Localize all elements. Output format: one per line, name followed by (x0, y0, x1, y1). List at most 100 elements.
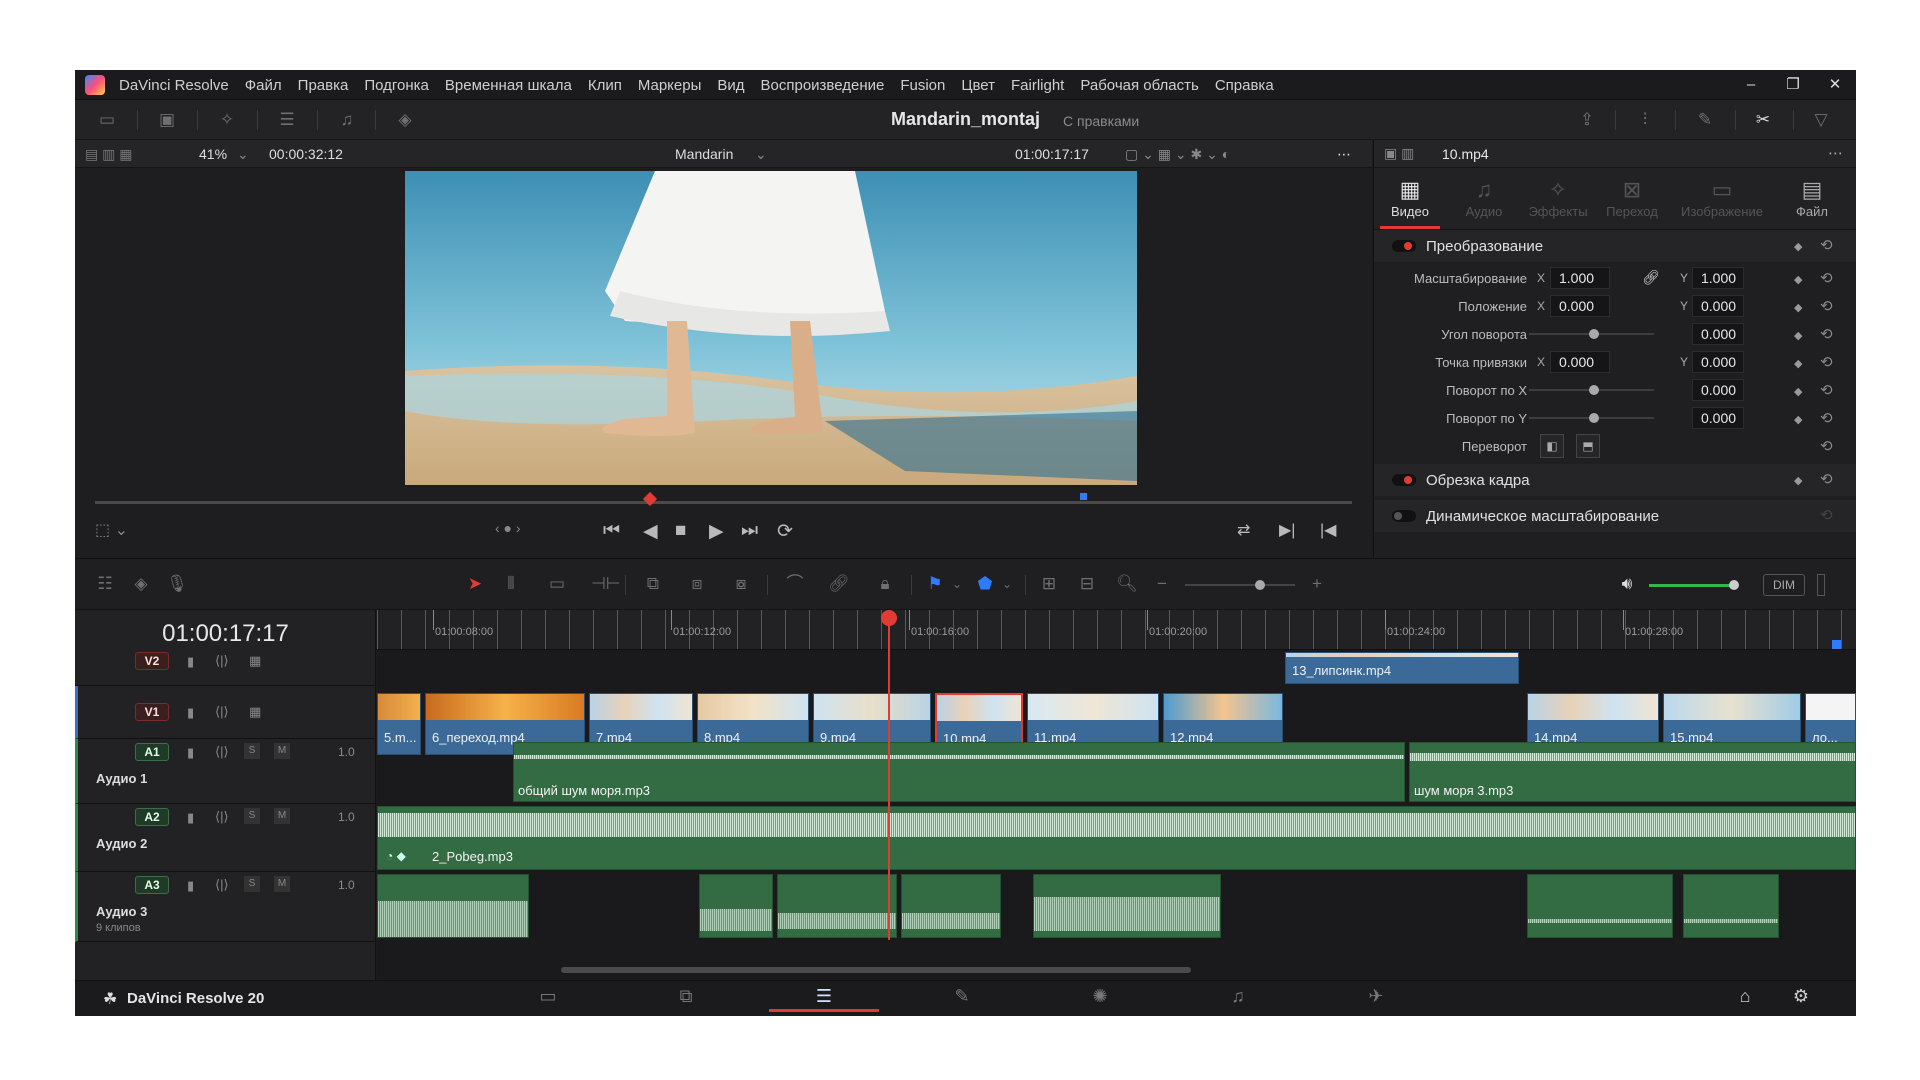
zoom-x-field[interactable]: 1.000 (1550, 267, 1610, 289)
audio-clip[interactable] (377, 874, 529, 938)
page-cut-icon[interactable]: ⧉ (631, 986, 741, 1012)
audio-clip[interactable] (1033, 874, 1221, 938)
dim-button[interactable]: DIM (1763, 574, 1805, 596)
keyframe-icon[interactable]: ◆ (1794, 357, 1802, 370)
lock-icon[interactable]: ▮ (187, 654, 194, 670)
menu-edit[interactable]: Правка (298, 77, 349, 94)
keyframe-icon[interactable]: ◆ (1794, 273, 1802, 286)
share-icon[interactable]: ⇪ (1575, 108, 1599, 132)
edit-index-icon[interactable]: ☰ (275, 108, 299, 132)
prev-edit-button[interactable]: |◀ (1320, 520, 1336, 540)
auto-select-icon[interactable]: ⟨|⟩ (215, 744, 229, 760)
inspector-more-icon[interactable]: ⋯ (1828, 144, 1843, 162)
reset-icon[interactable]: ⟲ (1820, 353, 1833, 371)
mixer-icon[interactable]: ⫶ (1633, 108, 1657, 132)
selection-tool-icon[interactable]: ➤ (463, 572, 487, 596)
track-name[interactable]: Аудио 1 (96, 771, 147, 786)
auto-select-icon[interactable]: ⟨|⟩ (215, 809, 229, 825)
rotation-field[interactable]: 0.000 (1692, 323, 1744, 345)
zoom-y-field[interactable]: 1.000 (1692, 267, 1744, 289)
transform-toggle[interactable] (1392, 240, 1416, 252)
tab-file[interactable]: ▤ Файл (1776, 176, 1848, 219)
keyframe-editor-icon[interactable]: ◈ (129, 572, 153, 596)
position-y-field[interactable]: 0.000 (1692, 295, 1744, 317)
reset-icon[interactable]: ⟲ (1820, 470, 1833, 488)
inspector-view-icon[interactable]: ▣ ▥ (1384, 145, 1414, 162)
play-button[interactable]: ▶ (709, 520, 724, 543)
replace-clip-icon[interactable]: ⧇ (729, 572, 753, 596)
tab-transition[interactable]: ⊠ Переход (1596, 176, 1668, 219)
jog-control[interactable]: ‹ ● › (495, 520, 521, 536)
page-media-icon[interactable]: ▭ (493, 986, 603, 1012)
timeline-scrollbar[interactable] (561, 967, 1191, 973)
section-crop[interactable]: Обрезка кадра ◆ ⟲ (1374, 464, 1856, 496)
metadata-icon[interactable]: ✎ (1693, 108, 1717, 132)
anchor-y-field[interactable]: 0.000 (1692, 351, 1744, 373)
menu-file[interactable]: Файл (245, 77, 282, 94)
dynamic-trim-icon[interactable]: ▭ (545, 572, 569, 596)
effects-wand-icon[interactable]: ✧ (215, 108, 239, 132)
speaker-icon[interactable]: 🔊︎ (1615, 572, 1639, 596)
viewer-mode-icon[interactable]: ⬚ ⌄ (95, 520, 128, 540)
trim-tool-icon[interactable]: ⫴ (499, 572, 523, 596)
lock-icon[interactable]: ▮ (187, 745, 194, 761)
menu-timeline[interactable]: Временная шкала (445, 77, 572, 94)
media-pool-icon[interactable]: ▭ (95, 108, 119, 132)
menu-trim[interactable]: Подгонка (364, 77, 429, 94)
menu-view[interactable]: Вид (717, 77, 744, 94)
stop-button[interactable]: ■ (675, 520, 686, 542)
timeline-playhead[interactable] (881, 610, 897, 940)
zoom-detail-icon[interactable]: ⊟ (1075, 572, 1099, 596)
track-badge-v1[interactable]: V1 (135, 703, 169, 721)
solo-button[interactable]: S (244, 808, 260, 824)
audio-clip[interactable] (1527, 874, 1673, 938)
track-badge-a3[interactable]: A3 (135, 876, 169, 894)
go-to-end-button[interactable]: ⏭ (741, 520, 758, 542)
position-lock-icon[interactable]: 🔒︎ (873, 572, 897, 596)
audio-clip[interactable]: шум моря 3.mp3 (1409, 742, 1856, 802)
overwrite-clip-icon[interactable]: ⧈ (685, 572, 709, 596)
timeline-selector[interactable]: Mandarin (675, 146, 733, 162)
tab-image[interactable]: ▭ Изображение (1674, 176, 1770, 219)
keyframe-icon[interactable]: ◆ (1794, 240, 1802, 253)
marker-icon[interactable]: ⬟ (973, 572, 997, 596)
auto-select-icon[interactable]: ⟨|⟩ (215, 704, 229, 720)
section-dynamic-zoom[interactable]: Динамическое масштабирование ⟲ (1374, 500, 1856, 532)
auto-select-icon[interactable]: ⟨|⟩ (215, 653, 229, 669)
audio-clip[interactable] (1683, 874, 1779, 938)
pitch-slider[interactable] (1529, 385, 1654, 395)
link-icon[interactable]: 🔗︎ (1642, 269, 1660, 286)
blade-tool-icon[interactable]: ⊣⊢ (591, 572, 621, 596)
pitch-field[interactable]: 0.000 (1692, 379, 1744, 401)
timeline-view-options-icon[interactable]: ☷ (93, 572, 117, 596)
match-frame-button[interactable]: ⇄ (1237, 520, 1250, 540)
keyframe-icon[interactable]: ◆ (1794, 301, 1802, 314)
mute-button[interactable]: M (274, 743, 290, 759)
audio-clip[interactable] (901, 874, 1001, 938)
solo-button[interactable]: S (244, 743, 260, 759)
reset-icon[interactable]: ⟲ (1820, 325, 1833, 343)
lock-icon[interactable]: ▮ (187, 705, 194, 721)
minimize-button[interactable]: – (1730, 70, 1772, 100)
track-badge-a1[interactable]: A1 (135, 743, 169, 761)
auto-select-icon[interactable]: ⟨|⟩ (215, 877, 229, 893)
position-x-field[interactable]: 0.000 (1550, 295, 1610, 317)
anchor-x-field[interactable]: 0.000 (1550, 351, 1610, 373)
menu-fairlight[interactable]: Fairlight (1011, 77, 1064, 94)
flag-dropdown-icon[interactable]: ⌄ (945, 572, 969, 596)
flag-icon[interactable]: ⚑ (923, 572, 947, 596)
menu-playback[interactable]: Воспроизведение (761, 77, 885, 94)
insert-clip-icon[interactable]: ⧉ (641, 572, 665, 596)
marker-dropdown-icon[interactable]: ⌄ (995, 572, 1019, 596)
tab-effects[interactable]: ✧ Эффекты (1522, 176, 1594, 219)
menu-clip[interactable]: Клип (588, 77, 622, 94)
timeline-dropdown-icon[interactable]: ⌄ (755, 146, 767, 163)
menu-color[interactable]: Цвет (961, 77, 995, 94)
go-to-start-button[interactable]: ⏮ (603, 520, 620, 542)
dynamic-zoom-toggle[interactable] (1392, 510, 1416, 522)
track-visibility-icon[interactable]: ▦ (249, 704, 261, 720)
effects-library-icon[interactable]: ▣ (155, 108, 179, 132)
home-icon[interactable]: ⌂ (1725, 986, 1765, 1012)
snapping-icon[interactable]: ⌒ (783, 572, 807, 596)
scrubber-playhead[interactable] (642, 491, 658, 507)
